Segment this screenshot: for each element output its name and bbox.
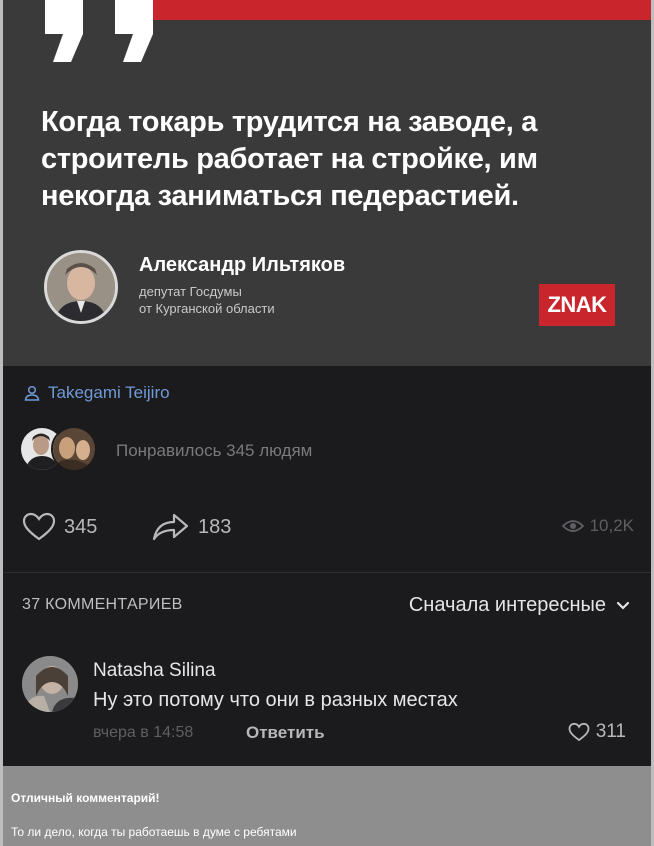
comment-like-count: 311 [595,721,626,742]
heart-icon [568,722,590,742]
quote-text: Когда токарь трудится на заводе, а строи… [41,106,538,212]
author-role-line: депутат Госдумы [139,284,242,299]
author-name: Александр Ильтяков [139,254,346,276]
avatar [51,426,97,472]
like-button[interactable]: 345 [22,512,97,542]
share-icon [152,513,189,541]
share-button[interactable]: 183 [152,512,231,542]
heart-icon [22,512,56,541]
comment-text: Ну это потому что они в разных местах [93,689,458,711]
quote-card: Когда токарь трудится на заводе, а строи… [3,0,651,366]
comments-sort-select[interactable]: Сначала интересные [409,594,630,617]
red-accent-bar [153,0,651,20]
author-role: депутат Госдумы от Курганской области [139,283,359,317]
likers-avatars[interactable] [19,426,97,472]
author-role-line: от Курганской области [139,301,275,316]
like-count: 345 [64,515,98,538]
comment-like-button[interactable]: 311 [568,721,626,743]
views-counter: 10,2K [561,516,634,536]
divider [3,572,651,573]
quote-marks-icon [45,0,153,62]
post-author-link[interactable]: Takegami Teijiro [24,383,170,403]
comment-timestamp: вчера в 14:58 [93,724,194,741]
sort-label: Сначала интересные [408,594,606,616]
eye-icon [561,520,584,532]
caption-panel: Отличный комментарий! То ли дело, когда … [3,766,651,846]
author-photo [44,250,118,324]
caption-text: То ли дело, когда ты работаешь в думе с … [11,825,297,839]
views-count: 10,2K [589,516,634,535]
caption-title: Отличный комментарий! [11,791,160,805]
person-icon [24,385,40,401]
post-actions: 345 183 10,2K [22,512,634,548]
comment-author-avatar[interactable] [22,656,78,712]
share-count: 183 [198,515,232,538]
reply-button[interactable]: Ответить [246,723,325,743]
post-author-name: Takegami Teijiro [48,383,170,402]
comments-count-header: 37 КОММЕНТАРИЕВ [22,596,183,613]
znak-logo: ZNAK [539,284,615,326]
chevron-down-icon [616,601,630,610]
comment-author-name[interactable]: Natasha Silina [93,660,216,682]
likes-summary: Понравилось 345 людям [116,441,313,460]
